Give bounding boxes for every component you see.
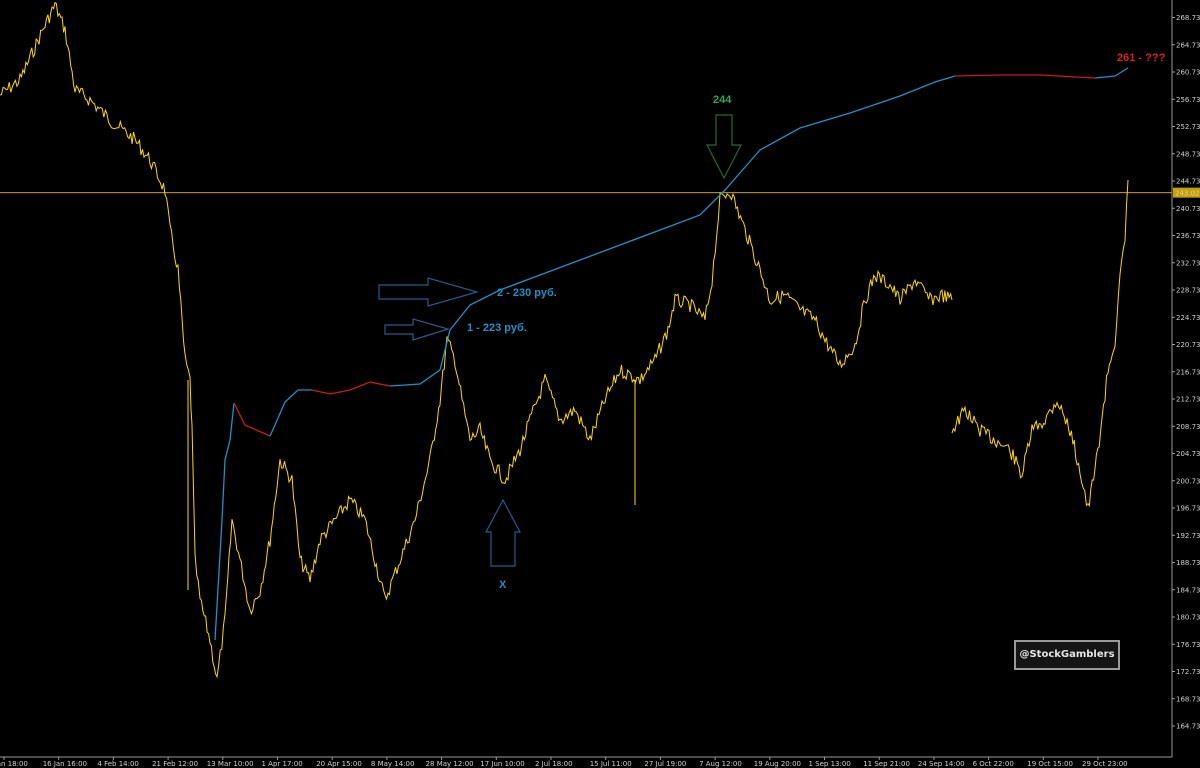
- y-tick-label: 172.73: [1176, 668, 1200, 676]
- annotation-230: 2 - 230 руб.: [497, 287, 557, 299]
- y-tick-label: 212.73: [1176, 396, 1200, 404]
- trend-line: [233, 402, 271, 437]
- y-tick-label: 232.73: [1176, 259, 1200, 267]
- arrow-1-icon: [384, 318, 451, 341]
- x-tick-label: 15 Jul 11:00: [590, 760, 632, 768]
- y-tick-label: 268.73: [1176, 14, 1200, 22]
- x-tick-label: 13 Mar 10:00: [207, 760, 254, 768]
- watermark: @StockGamblers: [1014, 640, 1120, 670]
- x-tick-label: 28 May 12:00: [426, 760, 474, 768]
- annotation-261: 261 - ???: [1117, 52, 1166, 64]
- x-tick-label: 16 Jan 16:00: [43, 760, 87, 768]
- arrow-244-icon: [706, 114, 742, 180]
- x-tick-label: 24 Sep 14:00: [918, 760, 965, 768]
- y-tick-label: 248.73: [1176, 150, 1200, 158]
- trend-line: [269, 389, 312, 437]
- y-tick-label: 256.73: [1176, 96, 1200, 104]
- x-tick-label: 19 Oct 15:00: [1027, 760, 1073, 768]
- x-tick-label: 6 Oct 22:00: [973, 760, 1014, 768]
- x-tick-label: 1 Sep 13:00: [809, 760, 851, 768]
- y-tick-label: 208.73: [1176, 423, 1200, 431]
- y-tick-label: 204.73: [1176, 450, 1200, 458]
- y-tick-label: 228.73: [1176, 287, 1200, 295]
- x-tick-label: 20 Apr 15:00: [316, 760, 362, 768]
- y-tick-label: 200.73: [1176, 477, 1200, 485]
- arrow-x-icon: [485, 498, 521, 567]
- x-tick-label: 7 Aug 12:00: [699, 760, 742, 768]
- arrow-2-icon: [378, 277, 480, 307]
- trend-line: [214, 402, 235, 641]
- trend-line: [389, 75, 956, 387]
- y-tick-label: 264.73: [1176, 41, 1200, 49]
- y-tick-label: 168.73: [1176, 695, 1200, 703]
- trend-line: [1094, 67, 1129, 79]
- watermark-text: @StockGamblers: [1019, 649, 1115, 660]
- y-tick-label: 164.73: [1176, 723, 1200, 731]
- x-tick-label: 19 Aug 20:00: [754, 760, 801, 768]
- y-tick-label: 184.73: [1176, 586, 1200, 594]
- x-tick-label: 17 Jun 10:00: [480, 760, 524, 768]
- price-series-line: [951, 179, 1129, 507]
- y-tick-label: 216.73: [1176, 368, 1200, 376]
- annotation-244: 244: [713, 94, 732, 106]
- y-tick-label: 236.73: [1176, 232, 1200, 240]
- x-tick-label: 4 Feb 14:00: [97, 760, 138, 768]
- y-tick-label: 224.73: [1176, 314, 1200, 322]
- y-tick-label: 196.73: [1176, 505, 1200, 513]
- x-tick-label: 1 Apr 17:00: [262, 760, 303, 768]
- y-tick-label: 188.73: [1176, 559, 1200, 567]
- x-tick-label: 21 Feb 12:00: [152, 760, 198, 768]
- x-tick-label: 11 Sep 21:00: [863, 760, 910, 768]
- y-tick-label: 244.73: [1176, 178, 1200, 186]
- y-tick-label: 192.73: [1176, 532, 1200, 540]
- y-tick-label: 176.73: [1176, 641, 1200, 649]
- annotation-x: X: [499, 579, 507, 591]
- trend-line: [311, 381, 391, 395]
- price-series-line: [0, 1, 953, 679]
- x-tick-label: 29 Oct 23:00: [1082, 760, 1128, 768]
- y-tick-label: 180.73: [1176, 614, 1200, 622]
- current-price-label: 243.02: [1175, 190, 1200, 198]
- y-tick-label: 252.73: [1176, 123, 1200, 131]
- x-tick-label: 2 Jul 18:00: [535, 760, 573, 768]
- x-tick-label: 8 May 14:00: [371, 760, 415, 768]
- x-tick-label: 27 Jul 19:00: [644, 760, 686, 768]
- y-tick-label: 220.73: [1176, 341, 1200, 349]
- trend-line: [954, 74, 1096, 79]
- y-tick-label: 240.73: [1176, 205, 1200, 213]
- y-tick-label: 260.73: [1176, 69, 1200, 77]
- x-tick-label: 5 Jan 18:00: [0, 760, 28, 768]
- annotation-223: 1 - 223 руб.: [467, 322, 527, 334]
